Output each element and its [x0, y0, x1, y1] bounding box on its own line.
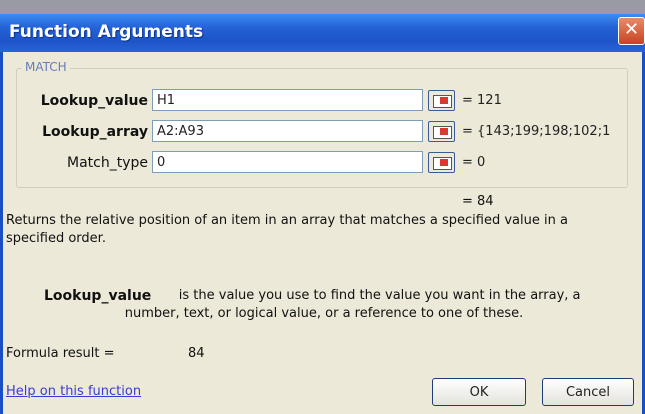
- match-type-range-button[interactable]: [428, 152, 455, 173]
- function-name: MATCH: [22, 60, 70, 74]
- formula-result-value: 84: [188, 346, 205, 361]
- collapse-range-icon: [433, 95, 452, 108]
- formula-result-label: Formula result =: [6, 346, 115, 361]
- close-button[interactable]: ✕: [618, 17, 645, 45]
- close-icon: ✕: [623, 19, 640, 40]
- collapse-range-icon: [433, 157, 452, 170]
- collapse-range-icon: [433, 126, 452, 139]
- match-type-result: = 0: [462, 155, 486, 170]
- arg-row-lookup-value: Lookup_value: [0, 89, 148, 115]
- lookup-array-result: = {143;199;198;102;1: [462, 124, 611, 139]
- lookup-array-label: Lookup_array: [42, 124, 148, 140]
- arg-row-match-type: Match_type: [0, 151, 148, 177]
- function-description: Returns the relative position of an item…: [6, 213, 568, 246]
- lookup-value-range-button[interactable]: [428, 90, 455, 111]
- lookup-value-label: Lookup_value: [40, 93, 148, 109]
- lookup-value-result: = 121: [462, 93, 502, 108]
- argument-help-name: Lookup_value: [44, 288, 152, 304]
- dialog-title: Function Arguments: [9, 22, 204, 42]
- overall-result: = 84: [462, 194, 494, 209]
- title-bar[interactable]: Function Arguments ✕: [0, 14, 645, 52]
- match-type-label: Match_type: [67, 155, 148, 171]
- argument-help: Lookup_value is the value you use to fin…: [44, 287, 604, 323]
- help-link[interactable]: Help on this function: [6, 384, 141, 399]
- cancel-button[interactable]: Cancel: [542, 378, 634, 406]
- lookup-array-range-button[interactable]: [428, 121, 455, 142]
- lookup-value-input[interactable]: [152, 89, 423, 111]
- lookup-array-input[interactable]: [152, 120, 423, 142]
- match-type-input[interactable]: [152, 151, 423, 173]
- arg-row-lookup-array: Lookup_array: [0, 120, 148, 146]
- ok-button[interactable]: OK: [432, 378, 526, 406]
